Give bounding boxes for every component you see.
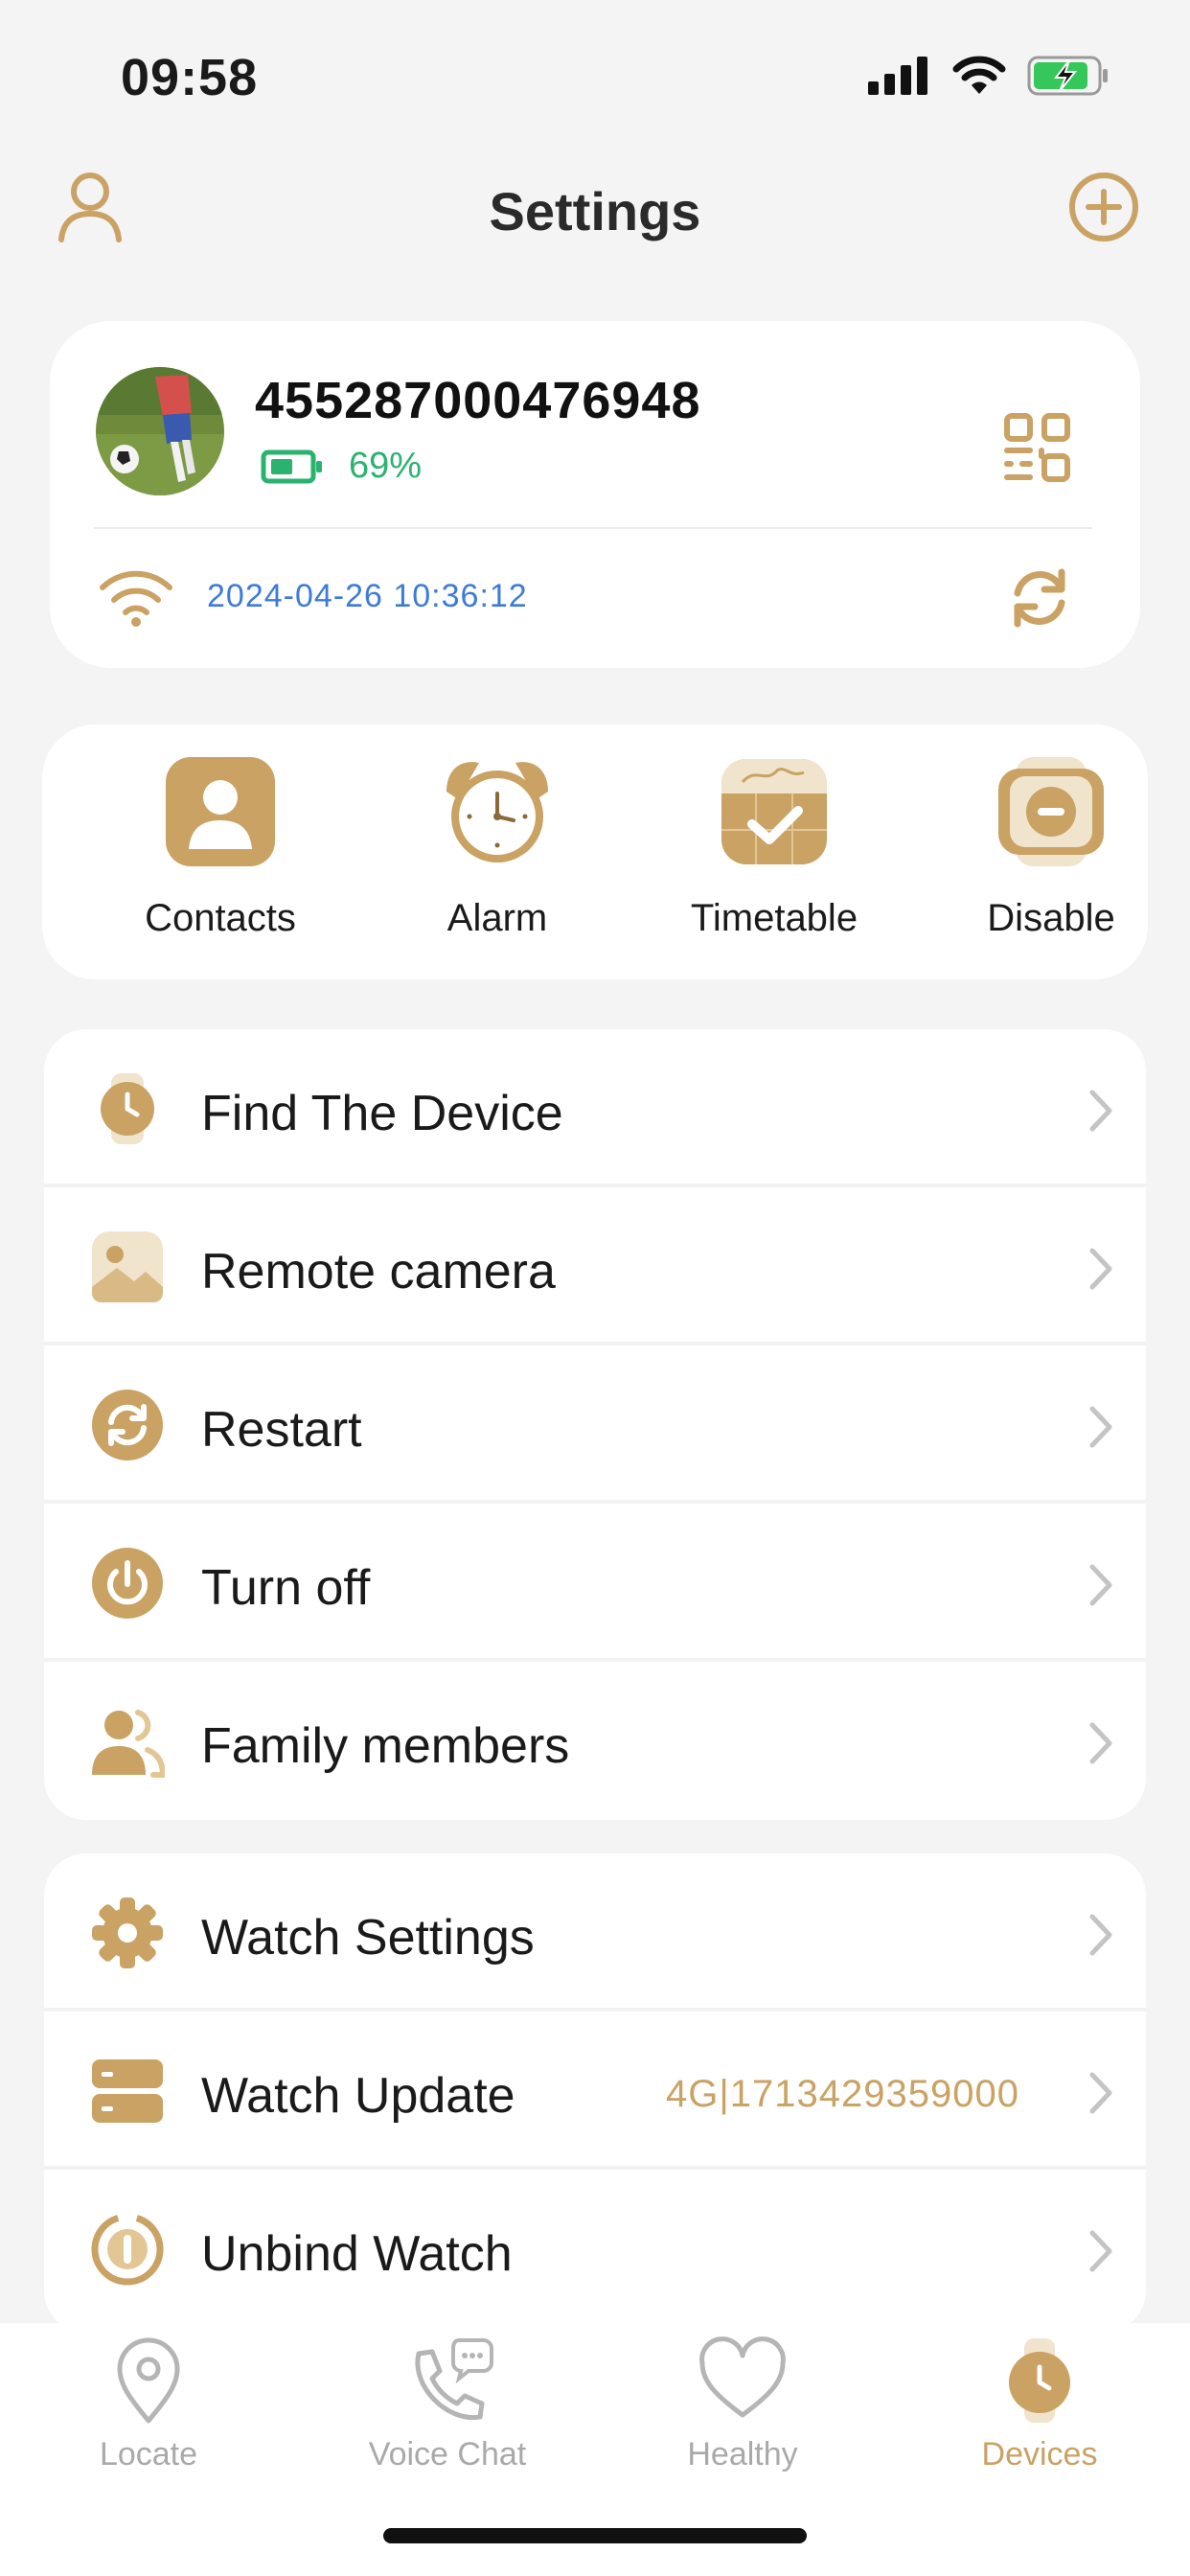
disable-watch-icon bbox=[995, 755, 1108, 868]
wifi-status-icon bbox=[952, 56, 1006, 94]
chevron-right-icon bbox=[1089, 1914, 1112, 1956]
row-label: Find The Device bbox=[201, 1086, 563, 1141]
quick-action-label: Contacts bbox=[145, 897, 296, 939]
quick-action-label: Alarm bbox=[446, 897, 548, 939]
battery-icon bbox=[261, 449, 322, 483]
row-turn-off[interactable]: Turn off bbox=[44, 1504, 1146, 1662]
photo-icon bbox=[90, 1230, 165, 1304]
tab-label: Locate bbox=[99, 2436, 198, 2472]
update-icon bbox=[90, 2054, 165, 2128]
page-title: Settings bbox=[489, 181, 701, 242]
row-label: Watch Update bbox=[201, 2068, 515, 2124]
quick-action-contacts[interactable]: Contacts bbox=[96, 755, 345, 966]
refresh-button[interactable] bbox=[1006, 564, 1073, 632]
tab-locate[interactable]: Locate bbox=[0, 2323, 297, 2496]
tab-voice-chat[interactable]: Voice Chat bbox=[299, 2323, 596, 2496]
tab-devices[interactable]: Devices bbox=[891, 2323, 1188, 2496]
row-label: Watch Settings bbox=[201, 1910, 535, 1966]
restart-icon bbox=[90, 1388, 165, 1462]
add-device-button[interactable] bbox=[1067, 171, 1140, 243]
tab-label: Devices bbox=[981, 2436, 1098, 2472]
row-label: Turn off bbox=[201, 1560, 371, 1616]
quick-actions: Contacts Alarm Timetable Disable bbox=[42, 724, 1148, 979]
row-label: Restart bbox=[201, 1402, 362, 1458]
wifi-icon bbox=[98, 568, 174, 628]
header: Settings bbox=[0, 163, 1190, 259]
row-label: Remote camera bbox=[201, 1244, 556, 1300]
device-card: 455287000476948 69% 2024-04-26 10:36:12 bbox=[50, 321, 1140, 668]
row-remote-camera[interactable]: Remote camera bbox=[44, 1187, 1146, 1346]
card-divider bbox=[94, 527, 1092, 529]
row-label: Family members bbox=[201, 1718, 570, 1774]
device-actions-list: Find The Device Remote camera Restart Tu… bbox=[44, 1029, 1146, 1820]
chevron-right-icon bbox=[1089, 1090, 1112, 1132]
device-id: 455287000476948 bbox=[255, 372, 701, 429]
unbind-icon bbox=[90, 2212, 165, 2287]
battery-charging-icon bbox=[1027, 56, 1108, 96]
chevron-right-icon bbox=[1089, 1406, 1112, 1448]
row-label: Unbind Watch bbox=[201, 2226, 513, 2282]
voice-chat-icon bbox=[400, 2334, 495, 2426]
contacts-icon bbox=[164, 755, 277, 868]
status-bar: 09:58 bbox=[0, 0, 1190, 153]
avatar-photo-icon bbox=[96, 367, 224, 495]
battery-percentage: 69% bbox=[349, 446, 423, 486]
quick-action-label: Disable bbox=[987, 897, 1115, 939]
family-icon bbox=[90, 1704, 165, 1779]
chevron-right-icon bbox=[1089, 2230, 1112, 2272]
devices-watch-icon bbox=[992, 2334, 1087, 2426]
add-circle-icon bbox=[1069, 172, 1138, 242]
last-update-time: 2024-04-26 10:36:12 bbox=[207, 578, 528, 614]
refresh-icon bbox=[1014, 568, 1065, 628]
firmware-version: 4G|1713429359000 bbox=[666, 2073, 1019, 2115]
chevron-right-icon bbox=[1089, 1248, 1112, 1290]
chevron-right-icon bbox=[1089, 2072, 1112, 2114]
quick-action-alarm[interactable]: Alarm bbox=[373, 755, 622, 966]
cellular-signal-icon bbox=[868, 57, 927, 95]
status-icons bbox=[868, 56, 1111, 96]
quick-action-timetable[interactable]: Timetable bbox=[650, 755, 899, 966]
watch-icon bbox=[90, 1071, 165, 1146]
quick-action-disable[interactable]: Disable bbox=[927, 755, 1176, 966]
row-restart[interactable]: Restart bbox=[44, 1346, 1146, 1504]
qr-code-icon bbox=[1004, 413, 1070, 482]
tab-label: Voice Chat bbox=[368, 2436, 527, 2472]
home-indicator bbox=[383, 2528, 807, 2543]
alarm-clock-icon bbox=[441, 755, 554, 868]
row-family-members[interactable]: Family members bbox=[44, 1662, 1146, 1820]
timetable-icon bbox=[718, 755, 831, 868]
tab-label: Healthy bbox=[687, 2436, 798, 2472]
status-time: 09:58 bbox=[121, 49, 259, 106]
quick-action-label: Timetable bbox=[690, 897, 858, 939]
watch-management-list: Watch Settings Watch Update 4G|171342935… bbox=[44, 1853, 1146, 2333]
chevron-right-icon bbox=[1089, 1564, 1112, 1606]
gear-icon bbox=[90, 1896, 165, 1970]
qr-code-button[interactable] bbox=[1004, 413, 1071, 482]
power-icon bbox=[90, 1546, 165, 1621]
chevron-right-icon bbox=[1089, 1722, 1112, 1764]
device-avatar[interactable] bbox=[96, 367, 224, 495]
row-watch-update[interactable]: Watch Update 4G|1713429359000 bbox=[44, 2012, 1146, 2170]
heart-icon bbox=[695, 2334, 790, 2426]
battery-status: 69% bbox=[261, 446, 422, 487]
row-watch-settings[interactable]: Watch Settings bbox=[44, 1853, 1146, 2012]
row-find-device[interactable]: Find The Device bbox=[44, 1029, 1146, 1187]
location-pin-icon bbox=[101, 2334, 196, 2426]
row-unbind-watch[interactable]: Unbind Watch bbox=[44, 2170, 1146, 2328]
tab-healthy[interactable]: Healthy bbox=[594, 2323, 891, 2496]
